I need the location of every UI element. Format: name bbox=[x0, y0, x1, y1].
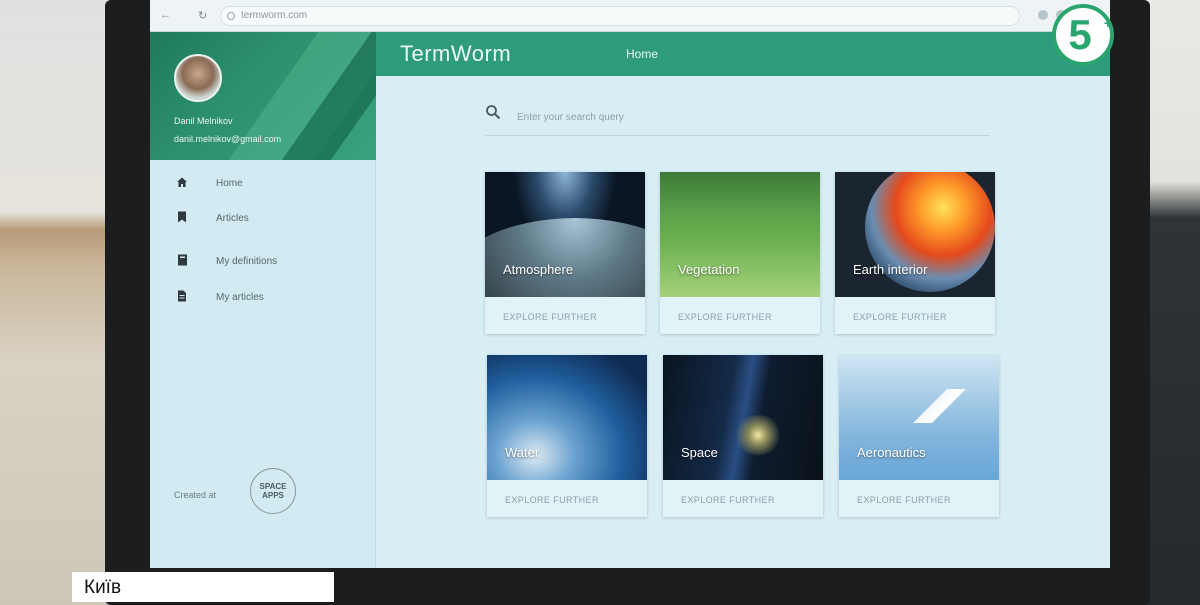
location-caption: Київ bbox=[72, 572, 334, 602]
browser-toolbar: ← ↻ termworm.com bbox=[150, 0, 1110, 32]
explore-further-button[interactable]: EXPLORE FURTHER bbox=[681, 495, 775, 505]
topic-card-water[interactable]: Water EXPLORE FURTHER bbox=[487, 355, 647, 517]
brand-logo[interactable]: TermWorm bbox=[400, 41, 511, 67]
explore-further-button[interactable]: EXPLORE FURTHER bbox=[678, 312, 772, 322]
explore-further-button[interactable]: EXPLORE FURTHER bbox=[853, 312, 947, 322]
card-image bbox=[660, 172, 820, 297]
topic-card-space[interactable]: Space EXPLORE FURTHER bbox=[663, 355, 823, 517]
document-icon bbox=[176, 290, 188, 304]
card-image bbox=[835, 172, 995, 297]
channel-plus: + bbox=[1103, 15, 1112, 31]
avatar[interactable] bbox=[174, 54, 222, 102]
card-title: Aeronautics bbox=[857, 445, 926, 460]
explore-further-button[interactable]: EXPLORE FURTHER bbox=[857, 495, 951, 505]
topic-card-vegetation[interactable]: Vegetation EXPLORE FURTHER bbox=[660, 172, 820, 334]
topic-card-earth-interior[interactable]: Earth interior EXPLORE FURTHER bbox=[835, 172, 995, 334]
book-icon bbox=[176, 254, 188, 268]
card-image bbox=[663, 355, 823, 480]
back-button[interactable]: ← bbox=[160, 9, 171, 21]
site-info-icon[interactable] bbox=[227, 12, 235, 20]
user-email: danil.melnikov@gmail.com bbox=[174, 134, 282, 144]
drawer-header: Danil Melnikov danil.melnikov@gmail.com bbox=[150, 32, 376, 160]
card-image bbox=[487, 355, 647, 480]
topic-card-aeronautics[interactable]: Aeronautics EXPLORE FURTHER bbox=[839, 355, 999, 517]
address-bar[interactable]: termworm.com bbox=[220, 6, 1020, 26]
address-text: termworm.com bbox=[241, 10, 308, 21]
channel-number: 5 bbox=[1068, 11, 1092, 58]
drawer-item-my-articles[interactable]: My articles bbox=[150, 284, 376, 312]
drawer-item-label: My definitions bbox=[216, 256, 278, 267]
card-title: Space bbox=[681, 445, 718, 460]
search-input[interactable] bbox=[517, 108, 977, 126]
explore-further-button[interactable]: EXPLORE FURTHER bbox=[503, 312, 597, 322]
explore-further-button[interactable]: EXPLORE FURTHER bbox=[505, 495, 599, 505]
card-image bbox=[485, 172, 645, 297]
search-icon[interactable] bbox=[485, 104, 501, 120]
card-title: Earth interior bbox=[853, 262, 928, 277]
search-bar bbox=[485, 102, 990, 136]
card-title: Water bbox=[505, 445, 540, 460]
card-image bbox=[839, 355, 999, 480]
app-bar: TermWorm Home bbox=[376, 32, 1110, 76]
created-at-label: Created at bbox=[174, 490, 217, 500]
background-left bbox=[0, 0, 110, 605]
space-apps-logo: SPACE APPS bbox=[250, 468, 296, 514]
nav-home-link[interactable]: Home bbox=[626, 47, 658, 61]
channel-logo: 5 + bbox=[1052, 4, 1114, 66]
drawer-item-home[interactable]: Home bbox=[150, 170, 376, 198]
drawer-item-label: My articles bbox=[216, 292, 264, 303]
bookmark-icon bbox=[176, 211, 188, 225]
refresh-button[interactable]: ↻ bbox=[198, 9, 207, 22]
card-title: Vegetation bbox=[678, 262, 740, 277]
navigation-drawer: Danil Melnikov danil.melnikov@gmail.com … bbox=[150, 32, 376, 568]
drawer-item-label: Articles bbox=[216, 213, 249, 224]
drawer-item-my-definitions[interactable]: My definitions bbox=[150, 248, 376, 276]
location-text: Київ bbox=[84, 577, 122, 598]
card-title: Atmosphere bbox=[503, 262, 574, 277]
user-name: Danil Melnikov bbox=[174, 116, 233, 126]
extension-icon[interactable] bbox=[1038, 10, 1048, 20]
drawer-item-label: Home bbox=[216, 178, 243, 189]
browser-window: ← ↻ termworm.com Danil Melnikov danil.me… bbox=[150, 0, 1110, 568]
home-icon bbox=[176, 176, 188, 190]
topic-card-atmosphere[interactable]: Atmosphere EXPLORE FURTHER bbox=[485, 172, 645, 334]
drawer-item-articles[interactable]: Articles bbox=[150, 205, 376, 233]
